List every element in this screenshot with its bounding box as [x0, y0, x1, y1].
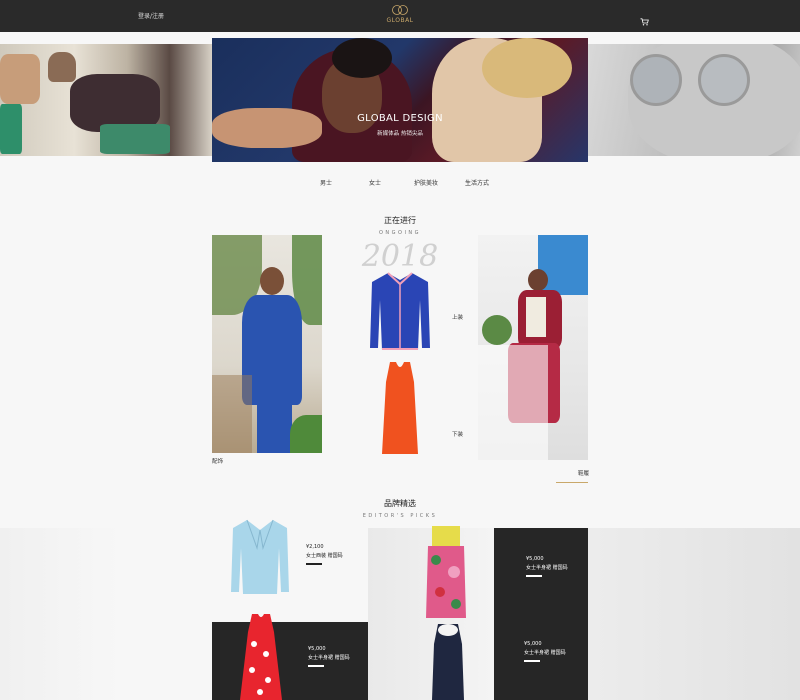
cart-icon[interactable]: [640, 18, 649, 26]
hero-subtitle: 新媒体品 热销尖品: [377, 131, 423, 137]
category-men[interactable]: 男士: [320, 178, 332, 187]
ongoing-label-accessories[interactable]: 配饰: [212, 457, 223, 465]
hero-slide-right-image[interactable]: [588, 44, 800, 156]
pick-1-price: ¥2,100: [306, 544, 324, 550]
ongoing-left-photo[interactable]: [212, 235, 322, 453]
ongoing-label-tops[interactable]: 上装: [452, 313, 463, 321]
orange-dress-image[interactable]: [380, 362, 420, 454]
pick-1-underline: [306, 563, 322, 565]
picks-subtitle: EDITOR'S PICKS: [362, 513, 438, 519]
blue-cardigan-image[interactable]: [368, 270, 432, 354]
pick-blazer-image[interactable]: [229, 518, 291, 596]
pick-3-desc: 女士半身裙 赠国码: [308, 655, 350, 661]
ongoing-subtitle: ONGOING: [378, 230, 422, 236]
pick-navy-dress-image[interactable]: [430, 624, 466, 700]
picks-right-photo[interactable]: [588, 528, 800, 700]
category-women[interactable]: 女士: [369, 178, 381, 187]
pick-2-panel[interactable]: ¥5,000 女士半身裙 赠国码: [494, 528, 588, 614]
picks-title: 品牌精选: [384, 499, 416, 508]
pick-2-price: ¥5,000: [526, 556, 544, 562]
pick-2-underline: [526, 575, 542, 577]
hero-slide-main-image[interactable]: GLOBAL DESIGN 新媒体品 热销尖品: [212, 38, 588, 162]
hero-title: GLOBAL DESIGN: [357, 113, 443, 124]
pick-floral-dress-image[interactable]: [424, 526, 468, 618]
hero-slide-left-image[interactable]: [0, 44, 212, 156]
ongoing-right-photo[interactable]: [478, 235, 588, 460]
ongoing-label-bottoms[interactable]: 下装: [452, 430, 463, 438]
ongoing-title: 正在进行: [384, 216, 416, 225]
ongoing-label-shoes[interactable]: 鞋履: [578, 469, 589, 477]
login-register-link[interactable]: 登录/注册: [138, 11, 164, 20]
pick-1-desc: 女士西装 赠国码: [306, 553, 343, 559]
category-nav: 男士 女士 护肤美妆 生活方式: [0, 178, 800, 188]
pick-4-desc: 女士半身裙 赠国码: [524, 650, 566, 656]
hero-carousel[interactable]: GLOBAL DESIGN 新媒体品 热销尖品: [0, 38, 800, 162]
pick-3-price: ¥5,000: [308, 646, 326, 652]
pick-4-panel[interactable]: ¥5,000 女士半身裙 赠国码: [494, 614, 588, 700]
category-lifestyle[interactable]: 生活方式: [465, 178, 489, 187]
pick-3-underline: [308, 665, 324, 667]
pick-2-desc: 女士半身裙 赠国码: [526, 565, 568, 571]
pick-3-panel[interactable]: ¥5,000 女士半身裙 赠国码: [212, 622, 368, 700]
top-bar: 登录/注册 GLOBAL: [0, 0, 800, 32]
logo-text: GLOBAL: [386, 17, 414, 24]
logo-rings-icon: [392, 5, 408, 15]
ongoing-year: 2018: [361, 239, 439, 274]
pick-red-floral-dress-image[interactable]: [238, 614, 284, 700]
more-underline: [556, 482, 588, 483]
pick-4-underline: [524, 660, 540, 662]
category-beauty[interactable]: 护肤美妆: [414, 178, 438, 187]
pick-4-price: ¥5,000: [524, 641, 542, 647]
brand-logo[interactable]: GLOBAL: [378, 4, 422, 28]
